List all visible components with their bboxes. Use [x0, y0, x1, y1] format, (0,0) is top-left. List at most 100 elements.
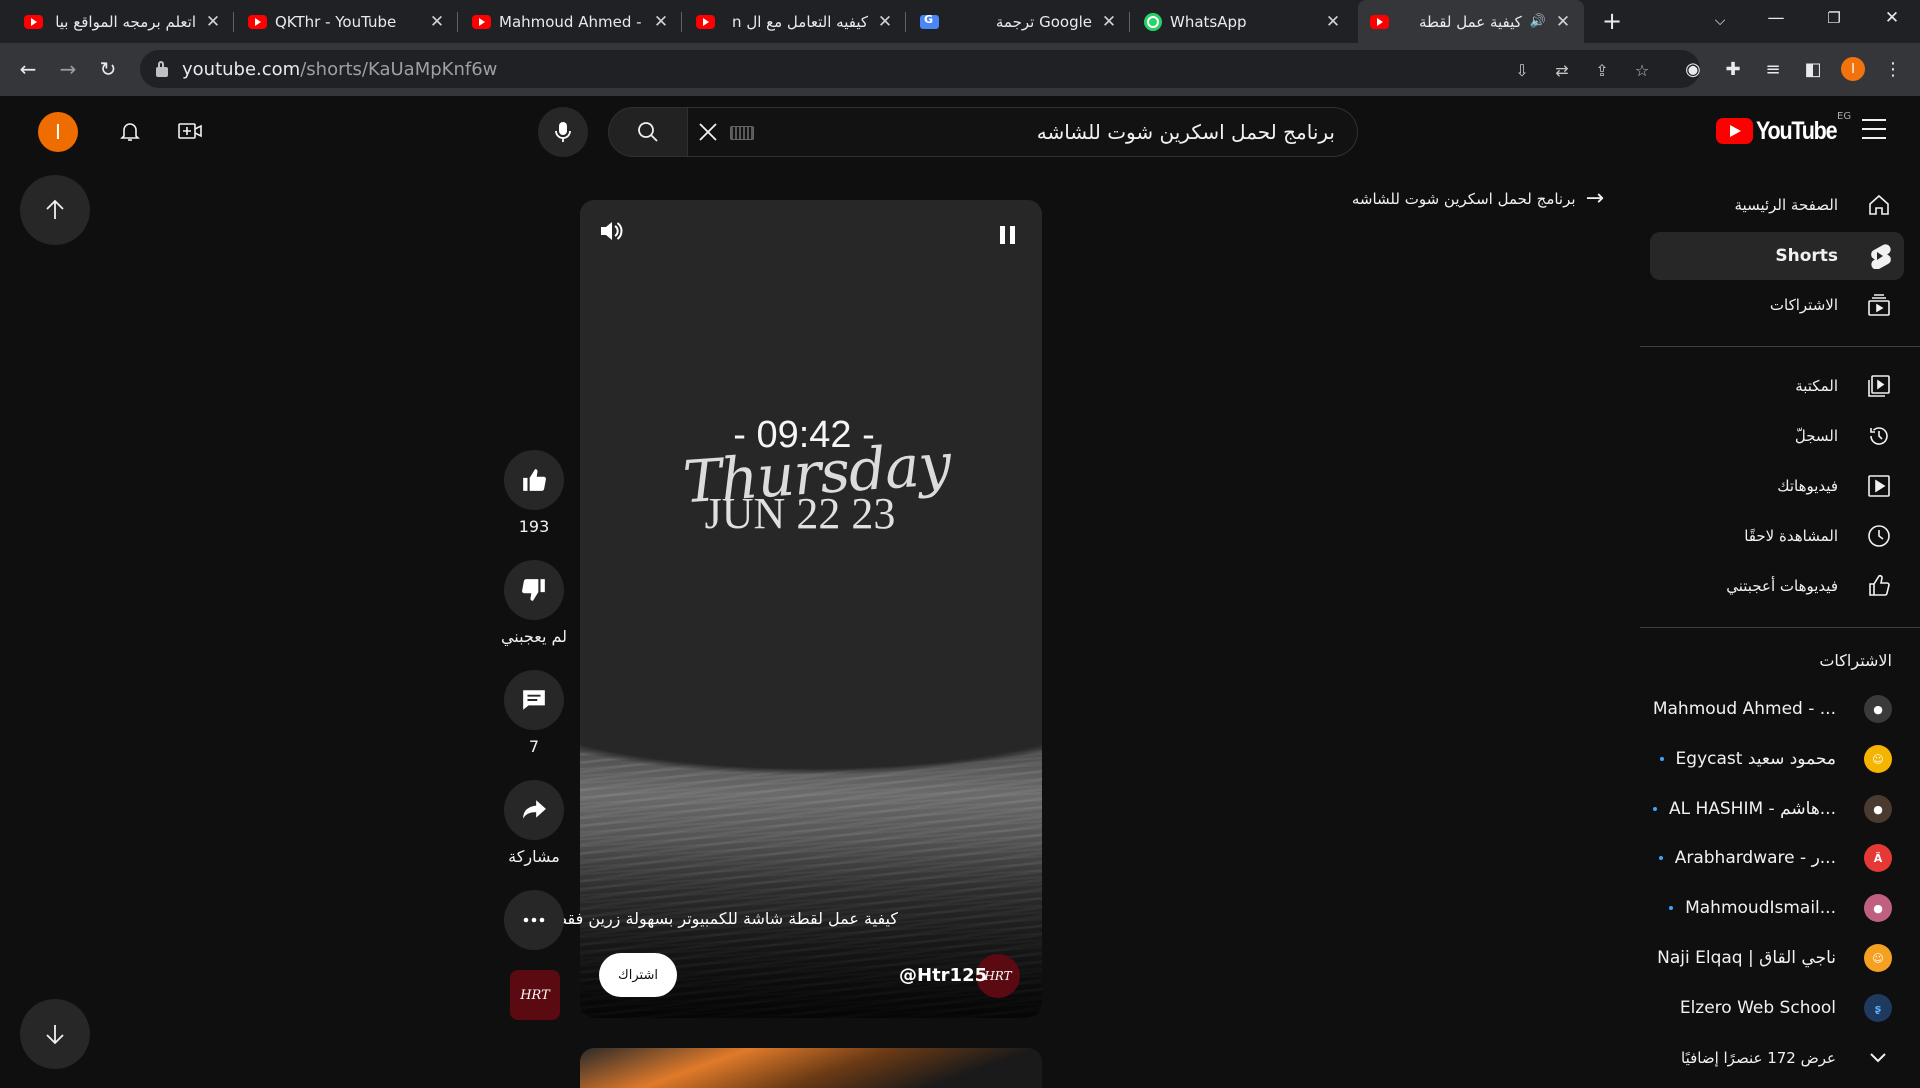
address-bar[interactable]: youtube.com/shorts/KaUaMpKnf6w ⇩ ⇄ ⇪ ☆ — [140, 50, 1700, 88]
audio-playing-icon[interactable]: 🔊 — [1530, 14, 1546, 29]
close-tab-icon[interactable]: ✕ — [876, 12, 894, 32]
browser-tab[interactable]: Google ترجمة ✕ — [908, 0, 1130, 43]
youtube-play-logo-icon — [1716, 118, 1753, 144]
browser-tab[interactable]: WhatsApp ✕ — [1132, 0, 1354, 43]
forward-arrow-icon[interactable]: → — [52, 53, 84, 85]
bookmark-star-icon[interactable]: ☆ — [1632, 60, 1652, 80]
more-actions-button[interactable] — [504, 890, 564, 950]
subscription-channel[interactable]: Elzero Web School ʂ — [1650, 984, 1904, 1032]
short-title[interactable]: كيفية عمل لقطة شاشة للكمبيوتر بسهولة زري… — [539, 909, 898, 928]
channel-avatar: ☺ — [1864, 944, 1892, 972]
subscription-channel[interactable]: Arabhardware - ر... Ä — [1650, 834, 1904, 882]
search-input[interactable]: برنامج لحمل اسكرين شوت للشاشه — [688, 107, 1358, 157]
vpn-globe-icon[interactable]: ◉ — [1679, 55, 1707, 83]
media-controls-icon[interactable]: ≡ — [1759, 55, 1787, 83]
tab-title: اتعلم برمجه المواقع بيا — [55, 12, 196, 31]
sidebar-item-shorts[interactable]: Shorts — [1650, 232, 1904, 280]
browser-tab[interactable]: اتعلم برمجه المواقع بيا ✕ — [12, 0, 234, 43]
browser-profile-avatar[interactable]: I — [1841, 57, 1865, 81]
sidebar-item-history[interactable]: السجلّ — [1650, 412, 1904, 460]
subscribe-button[interactable]: اشتراك — [599, 953, 677, 997]
lock-icon[interactable] — [156, 60, 168, 77]
pause-button[interactable] — [990, 218, 1024, 252]
like-button[interactable] — [504, 450, 564, 510]
subscription-channel[interactable]: Naji Elqaq | ناجي القاق ☺ — [1650, 934, 1904, 982]
browser-tab[interactable]: كيفيه التعامل مع ال n ✕ — [684, 0, 906, 43]
browser-tab-active[interactable]: كيفية عمل لقطة 🔊 ✕ — [1358, 0, 1584, 43]
chevron-down-icon — [1864, 1044, 1892, 1072]
show-more-button[interactable]: عرض 172 عنصرًا إضافيًا — [1650, 1034, 1904, 1082]
new-tab-button[interactable]: + — [1588, 3, 1636, 39]
close-tab-icon[interactable]: ✕ — [204, 12, 222, 32]
volume-button[interactable] — [598, 218, 632, 252]
translate-icon[interactable]: ⇄ — [1552, 60, 1572, 80]
sidebar-item-subscriptions[interactable]: الاشتراكات — [1650, 281, 1904, 329]
install-app-icon[interactable]: ⇩ — [1512, 60, 1532, 80]
notifications-bell-icon[interactable] — [110, 111, 150, 151]
speaker-icon — [601, 222, 623, 240]
new-content-dot — [1652, 807, 1657, 811]
like-count: 193 — [518, 517, 550, 536]
google-translate-icon — [920, 13, 939, 29]
share-arrow-icon — [523, 800, 546, 819]
sidebar-item-watch-later[interactable]: المشاهدة لاحقًا — [1650, 512, 1904, 560]
account-avatar[interactable]: I — [38, 112, 78, 152]
search-button[interactable] — [608, 107, 688, 157]
reload-icon[interactable]: ↻ — [92, 53, 124, 85]
subscription-channel[interactable]: MahmoudIsmail... ● — [1650, 884, 1904, 932]
share-label: مشاركة — [508, 847, 560, 866]
close-tab-icon[interactable]: ✕ — [1554, 12, 1572, 32]
comments-button[interactable] — [504, 670, 564, 730]
subscription-channel[interactable]: AL HASHIM - هاشم... ● — [1650, 785, 1904, 833]
close-window-button[interactable]: ✕ — [1868, 0, 1916, 36]
channel-avatar: ● — [1864, 894, 1892, 922]
youtube-favicon-icon — [1370, 14, 1389, 29]
channel-name: Naji Elqaq | ناجي القاق — [1657, 948, 1836, 968]
next-short-button[interactable] — [20, 999, 90, 1069]
short-video-player[interactable] — [580, 200, 1042, 1018]
close-tab-icon[interactable]: ✕ — [428, 12, 446, 32]
subscription-channel[interactable]: Mahmoud Ahmed - ... ● — [1650, 685, 1904, 733]
youtube-logo[interactable]: YouTube EG — [1716, 111, 1851, 149]
youtube-favicon-icon — [24, 14, 43, 29]
audio-source-thumbnail[interactable]: HRT — [510, 970, 560, 1020]
restore-button[interactable]: ❐ — [1810, 0, 1858, 36]
share-button[interactable] — [504, 780, 564, 840]
more-menu-icon[interactable]: ⋮ — [1879, 55, 1907, 83]
sidebar-item-your-videos[interactable]: فيديوهاتك — [1650, 462, 1904, 510]
sidebar-item-home[interactable]: الصفحة الرئيسية — [1650, 181, 1904, 229]
back-arrow-icon[interactable]: ← — [12, 53, 44, 85]
previous-short-button[interactable] — [20, 175, 90, 245]
history-icon — [1866, 423, 1892, 449]
close-tab-icon[interactable]: ✕ — [1100, 12, 1118, 32]
tab-title: WhatsApp — [1170, 12, 1247, 31]
channel-avatar: Ä — [1864, 844, 1892, 872]
browser-tab[interactable]: Mahmoud Ahmed - ... ✕ — [460, 0, 682, 43]
library-icon — [1866, 373, 1892, 399]
extensions-puzzle-icon[interactable]: ✚ — [1719, 55, 1747, 83]
voice-search-button[interactable] — [538, 107, 588, 157]
share-icon[interactable]: ⇪ — [1592, 60, 1612, 80]
next-short-preview[interactable] — [580, 1048, 1042, 1088]
arrow-right-icon: → — [1585, 186, 1604, 211]
close-tab-icon[interactable]: ✕ — [1324, 12, 1342, 32]
clear-search-icon[interactable] — [694, 118, 722, 146]
browser-tab[interactable]: QKThr - YouTube ✕ — [236, 0, 458, 43]
tab-title: Google ترجمة — [995, 12, 1092, 31]
close-tab-icon[interactable]: ✕ — [652, 12, 670, 32]
sidebar-item-liked-videos[interactable]: فيديوهات أعجبتني — [1650, 562, 1904, 610]
logo-wordmark: YouTube — [1756, 116, 1838, 145]
microphone-icon — [555, 122, 571, 142]
sidebar-item-library[interactable]: المكتبة — [1650, 362, 1904, 410]
tab-search-chevron-icon[interactable]: ⌵ — [1696, 3, 1744, 39]
create-video-icon[interactable] — [170, 111, 210, 151]
keyboard-icon[interactable] — [730, 126, 754, 140]
channel-handle[interactable]: @Htr125 — [899, 965, 987, 986]
minimize-button[interactable]: — — [1752, 0, 1800, 36]
related-search-link[interactable]: → برنامج لحمل اسكرين شوت للشاشه — [1352, 186, 1604, 211]
side-panel-icon[interactable]: ◧ — [1799, 55, 1827, 83]
channel-name: Mahmoud Ahmed - ... — [1652, 699, 1836, 719]
subscription-channel[interactable]: Egycast محمود سعيد ☺ — [1650, 735, 1904, 783]
menu-hamburger-icon[interactable] — [1862, 119, 1886, 141]
dislike-button[interactable] — [504, 560, 564, 620]
